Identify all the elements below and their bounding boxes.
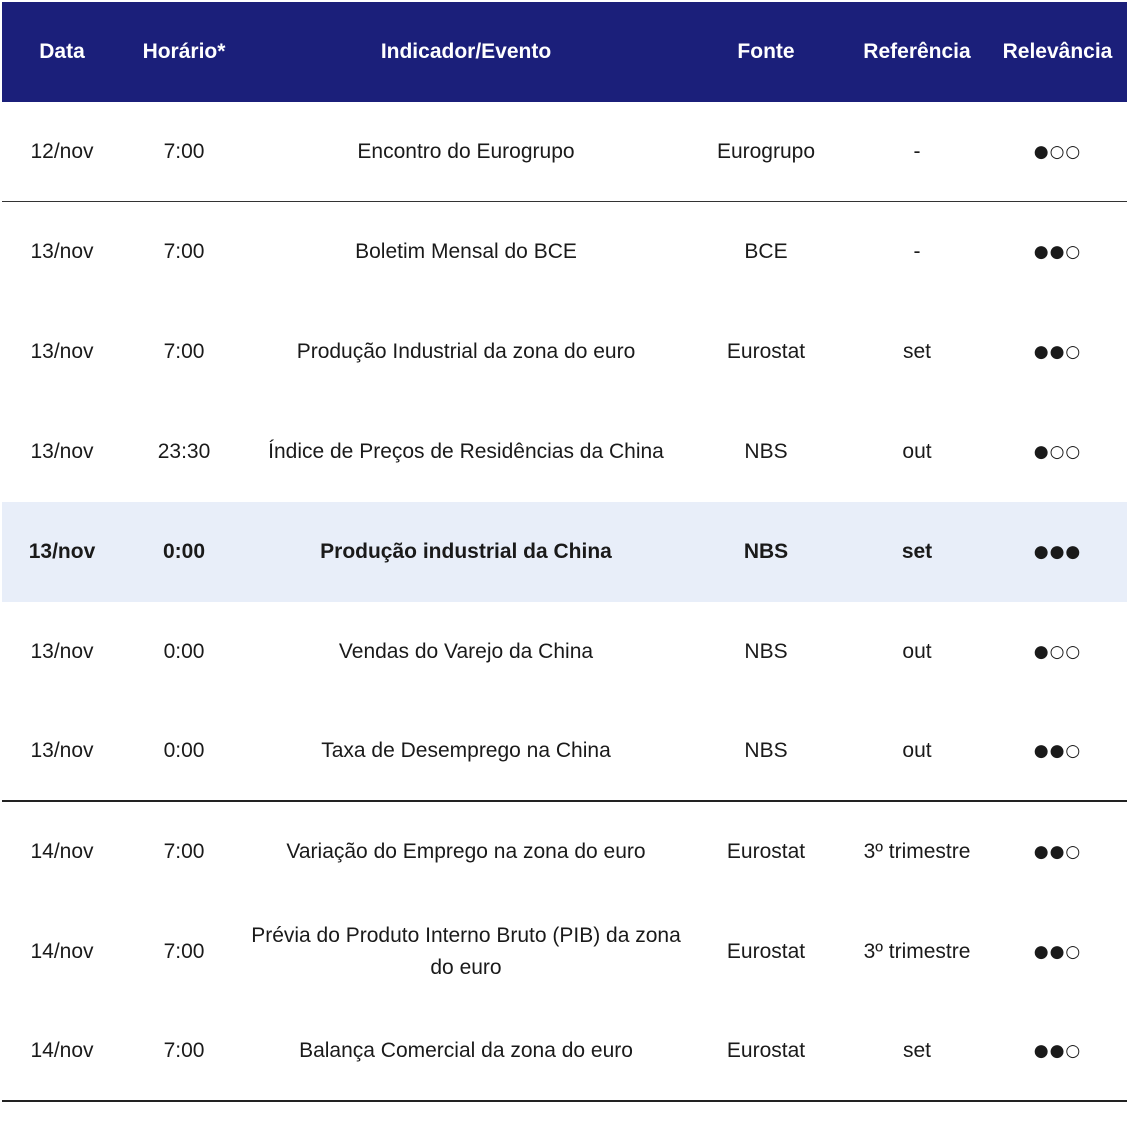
row-reference: out [902, 739, 932, 762]
table-header: Data Horário* Indicador/Evento Fonte Ref… [2, 2, 1127, 102]
table-row: 12/nov 7:00 Encontro do Eurogrupo Eurogr… [2, 102, 1127, 202]
table-row: 14/nov 7:00 Variação do Emprego na zona … [2, 802, 1127, 902]
row-event: Produção Industrial da zona do euro [296, 340, 636, 363]
row-time: 7:00 [163, 139, 205, 163]
table-row: 13/nov 7:00 Produção Industrial da zona … [2, 302, 1127, 402]
row-event: Variação do Emprego na zona do euro [286, 840, 646, 863]
row-date: 13/nov [30, 739, 94, 762]
row-time: 0:00 [163, 640, 205, 663]
row-time: 7:00 [163, 940, 205, 963]
row-date: 14/nov [30, 840, 94, 863]
row-reference: set [901, 540, 933, 563]
header-source: Fonte [737, 40, 795, 63]
row-reference: out [902, 440, 932, 463]
row-reference: set [902, 1039, 931, 1062]
header-reference: Referência [863, 40, 971, 63]
row-event: Produção industrial da China [320, 540, 612, 563]
relevance-dots: ●○○ [1033, 642, 1082, 662]
header-relevance: Relevância [1002, 40, 1113, 63]
row-date: 13/nov [30, 440, 94, 463]
row-date: 13/nov [28, 540, 96, 563]
row-reference: 3º trimestre [863, 940, 971, 963]
row-source: Eurogrupo [716, 139, 816, 163]
table-row: 13/nov 23:30 Índice de Preços de Residên… [2, 402, 1127, 502]
table-row: 13/nov 7:00 Boletim Mensal do BCE BCE - … [2, 202, 1127, 302]
header-time: Horário* [142, 40, 226, 63]
row-time: 0:00 [163, 739, 205, 762]
row-source: NBS [743, 540, 789, 563]
row-source: NBS [744, 739, 788, 762]
row-time: 7:00 [163, 240, 205, 263]
relevance-dots: ●●○ [1033, 842, 1082, 862]
relevance-dots: ●●○ [1033, 1041, 1082, 1061]
row-event: Balança Comercial da zona do euro [299, 1039, 633, 1062]
row-source: Eurostat [726, 1039, 806, 1062]
relevance-dots: ●○○ [1033, 141, 1082, 162]
row-time: 7:00 [163, 840, 205, 863]
row-time: 7:00 [163, 1039, 205, 1062]
header-event: Indicador/Evento [380, 40, 552, 63]
row-source: Eurostat [726, 340, 806, 363]
row-source: NBS [744, 640, 788, 663]
row-date: 14/nov [30, 940, 94, 963]
row-source: Eurostat [726, 940, 806, 963]
relevance-dots: ●●● [1033, 542, 1082, 562]
row-event: Índice de Preços de Residências da China [268, 440, 664, 463]
row-date: 13/nov [30, 340, 94, 363]
table-row: 14/nov 7:00 Balança Comercial da zona do… [2, 1002, 1127, 1102]
row-event: Taxa de Desemprego na China [321, 739, 611, 762]
table-row: 14/nov 7:00 Prévia do Produto Interno Br… [2, 902, 1127, 1002]
row-date: 13/nov [30, 640, 94, 663]
row-reference: - [913, 139, 921, 163]
relevance-dots: ●●○ [1033, 242, 1082, 262]
row-date: 14/nov [30, 1039, 94, 1062]
row-time: 23:30 [157, 440, 211, 463]
table-row: 13/nov 0:00 Taxa de Desemprego na China … [2, 702, 1127, 802]
relevance-dots: ●●○ [1033, 942, 1082, 962]
row-reference: 3º trimestre [863, 840, 971, 863]
row-source: NBS [744, 440, 788, 463]
row-date: 13/nov [30, 240, 94, 263]
row-source: Eurostat [726, 840, 806, 863]
row-time: 0:00 [162, 540, 206, 563]
header-date: Data [39, 40, 85, 63]
relevance-dots: ●●○ [1033, 741, 1082, 761]
row-event: Encontro do Eurogrupo [357, 139, 575, 163]
row-date: 12/nov [30, 139, 94, 163]
row-reference: - [913, 240, 921, 263]
row-event: Vendas do Varejo da China [338, 640, 594, 663]
row-source: BCE [744, 240, 788, 263]
row-reference: set [902, 340, 931, 363]
row-event: Prévia do Produto Interno Bruto (PIB) da… [251, 924, 681, 979]
row-reference: out [902, 640, 932, 663]
table-row: 13/nov 0:00 Vendas do Varejo da China NB… [2, 602, 1127, 702]
table-row-highlighted: 13/nov 0:00 Produção industrial da China… [2, 502, 1127, 602]
row-time: 7:00 [163, 340, 205, 363]
row-event: Boletim Mensal do BCE [355, 240, 577, 263]
relevance-dots: ●●○ [1033, 342, 1082, 362]
relevance-dots: ●○○ [1033, 442, 1082, 462]
calendar-table: Data Horário* Indicador/Evento Fonte Ref… [2, 2, 1127, 1102]
